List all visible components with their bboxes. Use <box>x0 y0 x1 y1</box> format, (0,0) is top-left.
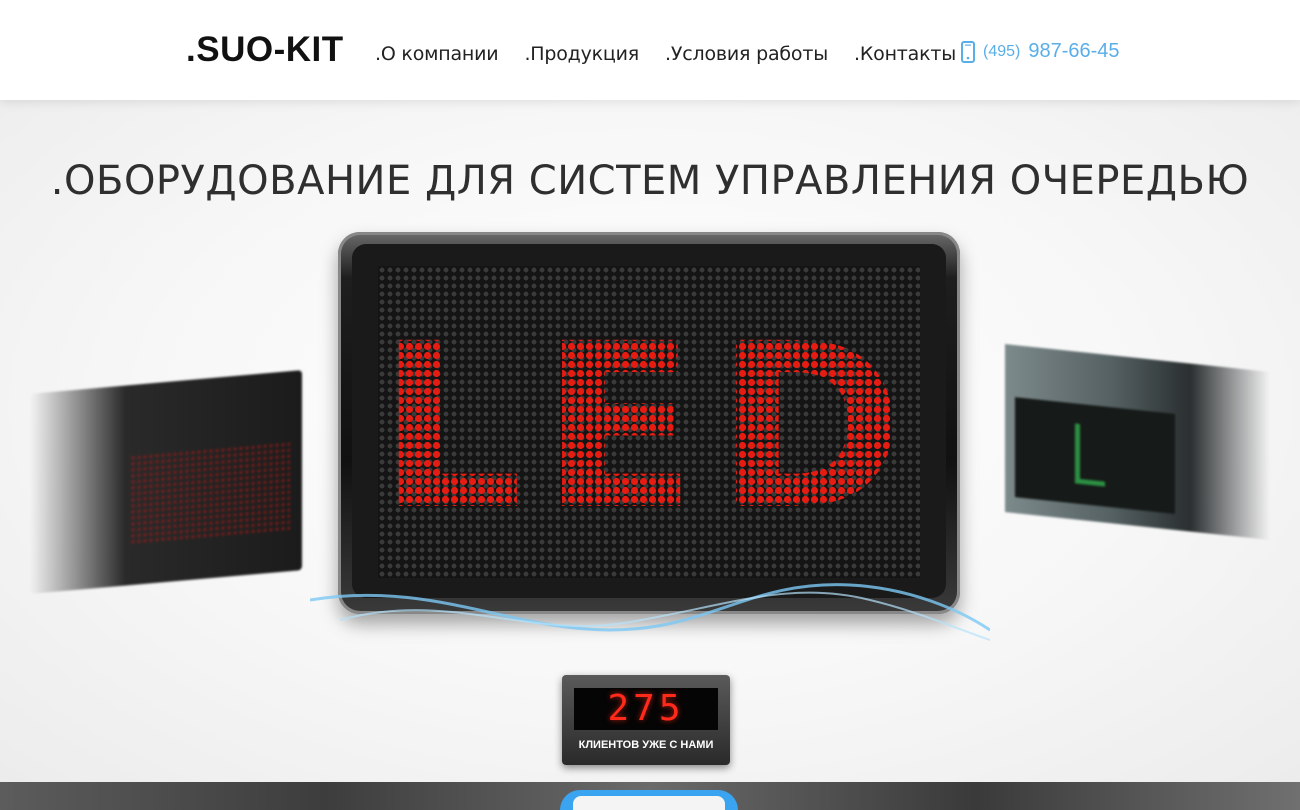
nav-item-products[interactable]: .Продукция <box>524 43 639 65</box>
hero-title: .ОБОРУДОВАНИЕ ДЛЯ СИСТЕМ УПРАВЛЕНИЯ ОЧЕР… <box>50 158 1250 204</box>
phone-code: (495) <box>983 42 1021 60</box>
decorative-wave <box>310 583 990 641</box>
nav-item-contacts[interactable]: .Контакты <box>854 43 956 65</box>
side-right-glyph <box>1075 423 1105 487</box>
site-logo[interactable]: .SUO-KIT <box>186 30 344 70</box>
side-left-led-dots <box>130 441 290 546</box>
scroll-down-button-inner <box>573 796 725 810</box>
nav-item-about[interactable]: .О компании <box>375 43 499 65</box>
header-phone[interactable]: (495) 987-66-45 <box>961 40 1120 63</box>
site-header: .SUO-KIT .О компании .Продукция .Условия… <box>0 0 1300 100</box>
clients-counter: 275 КЛИЕНТОВ УЖЕ С НАМИ <box>562 675 730 765</box>
side-right-screen <box>1015 397 1175 514</box>
counter-value: 275 <box>574 688 718 730</box>
led-matrix <box>378 266 920 578</box>
main-nav: .О компании .Продукция .Условия работы .… <box>375 43 956 65</box>
phone-number: 987-66-45 <box>1028 40 1120 62</box>
mobile-phone-icon <box>961 40 975 63</box>
nav-item-terms[interactable]: .Условия работы <box>665 43 828 65</box>
side-display-right <box>1005 344 1270 540</box>
scroll-down-button[interactable] <box>560 790 738 810</box>
counter-label: КЛИЕНТОВ УЖЕ С НАМИ <box>578 739 714 751</box>
side-display-left <box>30 370 302 594</box>
